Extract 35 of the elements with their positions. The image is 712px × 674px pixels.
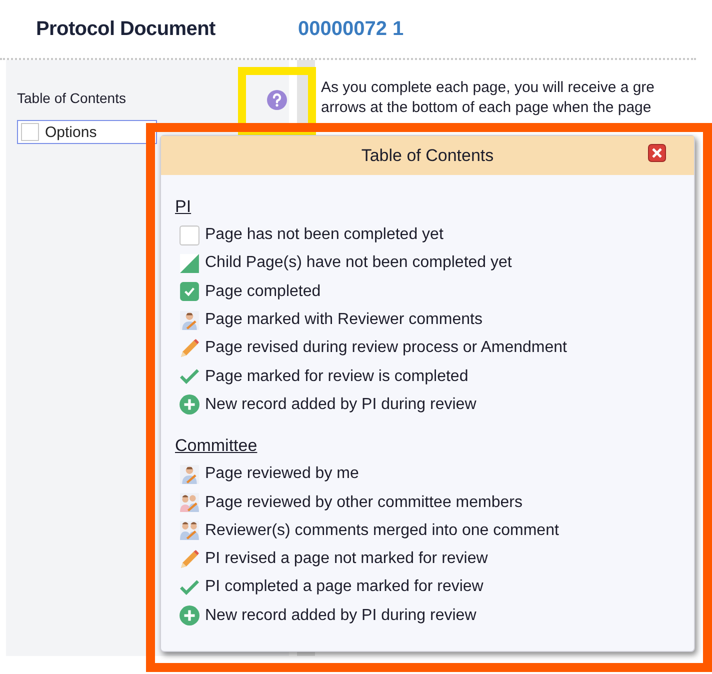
help-icon[interactable] xyxy=(267,90,287,110)
section-heading: Committee xyxy=(175,436,258,456)
protocol-number: 00000072 1 xyxy=(298,18,404,40)
dialog-title: Table of Contents xyxy=(361,146,494,166)
legend-text: New record added by PI during review xyxy=(205,396,476,414)
half-filled-square-icon xyxy=(179,252,200,274)
checked-square-icon xyxy=(179,281,200,302)
legend-text: Page marked with Reviewer comments xyxy=(205,311,482,330)
legend-text: Reviewer(s) comments merged into one comment xyxy=(205,522,559,540)
legend-text: PI revised a page not marked for review xyxy=(205,550,488,568)
person-pencil-icon xyxy=(179,310,200,331)
intro-text: arrows at the bottom of each page when the page xyxy=(321,98,652,118)
legend-text: Page revised during review process or Amendment xyxy=(205,339,567,358)
page-title: Protocol Document xyxy=(36,18,216,40)
empty-square-icon xyxy=(179,224,200,246)
two-people-pencil-icon xyxy=(179,492,200,514)
legend-text: Page reviewed by me xyxy=(205,465,359,484)
plus-circle-icon xyxy=(179,394,200,416)
legend-text: Page has not been completed yet xyxy=(205,226,444,244)
options-button[interactable]: Options xyxy=(17,120,157,144)
pencil-icon xyxy=(179,338,200,359)
legend-text: New record added by PI during review xyxy=(205,606,476,625)
legend-text: Page reviewed by other committee members xyxy=(205,494,522,512)
close-icon[interactable] xyxy=(648,144,666,162)
legend-text: Page marked for review is completed xyxy=(205,368,468,386)
pencil-icon xyxy=(179,548,200,570)
intro-text: As you complete each page, you will receive a gre xyxy=(321,78,655,98)
legend-text: Page completed xyxy=(205,282,321,301)
section-heading: PI xyxy=(175,197,192,217)
plus-circle-icon xyxy=(179,605,200,626)
person-pencil-icon xyxy=(179,464,200,485)
two-people-pencil-icon xyxy=(179,520,200,542)
legend-text: PI completed a page marked for review xyxy=(205,578,484,596)
legend-text: Child Page(s) have not been completed yet xyxy=(205,254,512,272)
sidebar-heading: Table of Contents xyxy=(17,90,126,106)
